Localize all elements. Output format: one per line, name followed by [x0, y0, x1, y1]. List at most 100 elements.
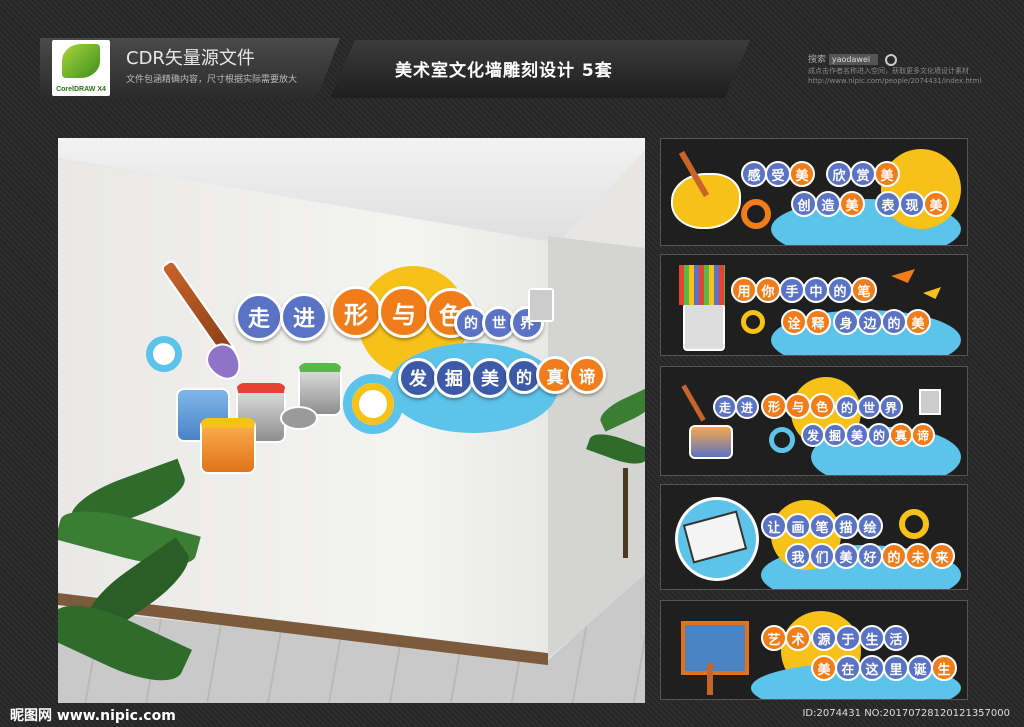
yellow-circle: [881, 149, 961, 229]
letter-bubble: 掘: [434, 358, 474, 398]
letter-bubble: 我: [785, 543, 811, 569]
paper-plane-icon: [891, 269, 915, 283]
letter-bubble: 真: [889, 423, 913, 447]
letter-bubble: 让: [761, 513, 787, 539]
letter-bubble: 表: [875, 191, 901, 217]
letter-bubble: 用: [731, 277, 757, 303]
letter-bubble: 欣: [826, 161, 852, 187]
letter-bubble: 生: [859, 625, 885, 651]
letter-bubble: 美: [833, 543, 859, 569]
yellow-ring: [741, 310, 765, 334]
palette-icon: [671, 173, 741, 229]
brush-cup-icon: [528, 288, 554, 322]
letter-bubble: 身: [833, 309, 859, 335]
letter-bubble: 未: [905, 543, 931, 569]
letter-bubble: 界: [879, 395, 903, 419]
letter-bubble: 形: [330, 286, 382, 338]
design-panel-5: 艺 术 源 于 生 活 美 在 这 里 诞 生: [660, 600, 968, 700]
letter-bubble: 造: [815, 191, 841, 217]
letter-bubble: 谛: [568, 356, 606, 394]
letter-bubble: 源: [811, 625, 837, 651]
paper-plane-icon: [923, 287, 941, 299]
letter-bubble: 的: [881, 309, 907, 335]
letter-bubble: 美: [470, 358, 510, 398]
letter-bubble: 的: [827, 277, 853, 303]
letter-bubble: 进: [735, 395, 759, 419]
letter-bubble: 活: [883, 625, 909, 651]
letter-bubble: 你: [755, 277, 781, 303]
letter-bubble: 美: [811, 655, 837, 681]
letter-bubble: 于: [835, 625, 861, 651]
file-type-subtitle: 文件包涵精确内容，尺寸根据实际需要放大: [126, 75, 298, 85]
letter-bubble: 谛: [911, 423, 935, 447]
letter-bubble: 来: [929, 543, 955, 569]
yellow-ring: [899, 509, 929, 539]
design-panel-2: 用 你 手 中 的 笔 诠 释 身 边 的 美: [660, 254, 968, 356]
search-label: 搜索: [808, 55, 827, 65]
letter-bubble: 美: [874, 161, 900, 187]
letter-bubble: 感: [741, 161, 767, 187]
page-title: 美术室文化墙雕刻设计 5套: [395, 61, 613, 81]
letter-bubble: 好: [857, 543, 883, 569]
author-note: 成点击作者名称进入空间，获取更多文化墙设计素材 http://www.nipic…: [808, 67, 982, 85]
logo-text: CorelDRAW X4: [56, 86, 106, 93]
pencil-cup-icon: [683, 303, 725, 351]
search-input[interactable]: yaodawei: [828, 54, 878, 65]
letter-bubble: 色: [809, 393, 835, 419]
letter-bubble: 里: [883, 655, 909, 681]
coreldraw-icon: [62, 44, 100, 78]
letter-bubble: 笔: [851, 277, 877, 303]
room-scene: 走 进 形 与 色 的 世 界 发 掘 美 的 真 谛: [58, 138, 645, 703]
letter-bubble: 形: [761, 393, 787, 419]
site-watermark: 昵图网 www.nipic.com: [10, 708, 176, 724]
letter-bubble: 这: [859, 655, 885, 681]
coreldraw-logo: CorelDRAW X4: [52, 40, 110, 96]
letter-bubble: 诞: [907, 655, 933, 681]
design-panel-1: 感 受 美 欣 赏 美 创 造 美 表 现 美: [660, 138, 968, 246]
letter-bubble: 释: [805, 309, 831, 335]
letter-bubble: 们: [809, 543, 835, 569]
paint-lid-icon: [280, 406, 318, 430]
letter-bubble: 的: [835, 395, 859, 419]
letter-bubble: 进: [280, 293, 328, 341]
paint-brush-icon: [681, 384, 706, 422]
letter-bubble: 诠: [781, 309, 807, 335]
letter-bubble: 在: [835, 655, 861, 681]
letter-bubble: 边: [857, 309, 883, 335]
orange-ring: [741, 199, 771, 229]
letter-bubble: 描: [833, 513, 859, 539]
design-panel-4: 让 画 笔 描 绘 我 们 美 好 的 未 来: [660, 484, 968, 590]
design-panel-3: 走 进 形 与 色 的 世 界 发 掘 美 的 真 谛: [660, 366, 968, 476]
letter-bubble: 美: [789, 161, 815, 187]
letter-bubble: 与: [378, 286, 430, 338]
letter-bubble: 世: [857, 395, 881, 419]
easel-leg-icon: [707, 663, 713, 695]
letter-bubble: 掘: [823, 423, 847, 447]
letter-bubble: 美: [923, 191, 949, 217]
brush-cup-icon: [919, 389, 941, 415]
letter-bubble: 生: [931, 655, 957, 681]
plant-stem: [623, 468, 628, 558]
letter-bubble: 走: [235, 293, 283, 341]
letter-bubble: 赏: [850, 161, 876, 187]
letter-bubble: 发: [398, 358, 438, 398]
letter-bubble: 的: [867, 423, 891, 447]
letter-bubble: 美: [839, 191, 865, 217]
letter-bubble: 受: [765, 161, 791, 187]
yellow-ring: [352, 383, 394, 425]
letter-bubble: 美: [905, 309, 931, 335]
letter-bubble: 发: [801, 423, 825, 447]
letter-bubble: 与: [785, 393, 811, 419]
letter-bubble: 美: [845, 423, 869, 447]
letter-bubble: 绘: [857, 513, 883, 539]
letter-bubble: 走: [713, 395, 737, 419]
easel-board-icon: [681, 621, 749, 675]
letter-bubble: 画: [785, 513, 811, 539]
cyan-ring: [769, 427, 795, 453]
search-icon[interactable]: [884, 53, 897, 66]
letter-bubble: 艺: [761, 625, 787, 651]
letter-bubble: 现: [899, 191, 925, 217]
colored-pencils-icon: [679, 265, 725, 305]
orange-paint-can-icon: [200, 418, 256, 474]
letter-bubble: 笔: [809, 513, 835, 539]
